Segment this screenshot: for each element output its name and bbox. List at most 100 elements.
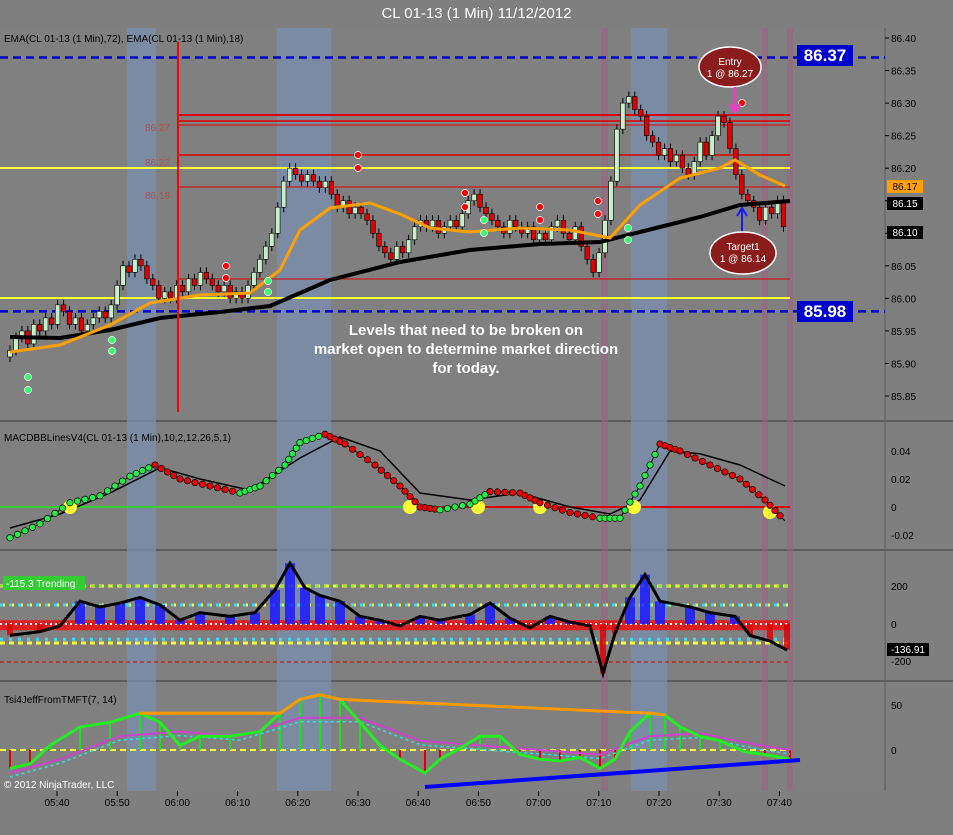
candle-body <box>31 324 37 345</box>
session-band <box>127 28 156 791</box>
low-level-tag-text: 85.98 <box>804 302 847 321</box>
macd-dot-red <box>191 478 199 487</box>
signal-dot-green <box>108 347 116 355</box>
macd-dot-green <box>275 466 283 474</box>
macd-dot-red <box>176 475 184 483</box>
macd-dot-red <box>543 501 552 509</box>
candle-body <box>673 154 679 162</box>
macd-dot-red <box>573 510 582 518</box>
candle-body <box>697 141 703 162</box>
macd-dot-green <box>51 509 59 517</box>
annotation-line: market open to determine market directio… <box>314 341 618 358</box>
macd-dot-green <box>126 472 134 480</box>
macd-dot-red <box>371 461 379 469</box>
signal-dot-red <box>461 203 469 211</box>
candle-body <box>150 278 156 286</box>
time-tick: 06:30 <box>345 798 370 809</box>
tsi-tick: 50 <box>891 701 903 712</box>
candle-body <box>507 219 513 234</box>
candle-body <box>60 304 67 312</box>
candle-body <box>203 272 209 280</box>
signal-dot-red <box>594 197 602 205</box>
macd-dot-green <box>111 482 119 490</box>
candle-body <box>483 206 489 215</box>
signal-dot-green <box>624 224 632 232</box>
candle-body <box>620 102 626 130</box>
target-marker-bubble <box>709 231 777 275</box>
candle-body <box>649 135 656 143</box>
time-tick: 07:30 <box>707 798 732 809</box>
candle-body <box>126 265 132 273</box>
candle-body <box>138 259 144 267</box>
candle-body <box>626 96 632 104</box>
target-label: Target1 <box>726 242 760 253</box>
time-tick: 07:10 <box>586 798 611 809</box>
candle-body <box>215 285 221 293</box>
signal-dot-red <box>354 151 362 159</box>
candle-body <box>435 219 442 234</box>
candle-body <box>572 226 578 241</box>
macd-dot-red <box>411 498 419 506</box>
macd-dot-green <box>315 432 323 440</box>
macd-tick: 0 <box>891 503 897 514</box>
candle-body <box>745 193 751 202</box>
candle-body <box>298 174 305 182</box>
macd-dot-red <box>183 477 192 485</box>
macd-dot-green <box>451 503 459 511</box>
macd-dot-green <box>256 482 264 490</box>
macd-dot-green <box>651 450 659 459</box>
faded-level-label: 86.27 <box>145 123 170 134</box>
macd-dot-red <box>170 471 178 480</box>
macd-dot-red <box>341 440 349 448</box>
price-tick: 86.05 <box>891 262 916 273</box>
candle-body <box>554 219 560 228</box>
macd-dot-green <box>296 439 304 447</box>
candle-body <box>90 317 96 325</box>
chart-canvas[interactable]: Entry 1 @ 86.27 Target1 1 @ 86.14 Levels… <box>0 0 953 835</box>
time-tick: 07:00 <box>526 798 551 809</box>
macd-dot-red <box>551 504 559 512</box>
candle-body <box>459 213 465 228</box>
macd-dot-green <box>626 498 634 506</box>
candle-body <box>721 115 727 123</box>
candle-body <box>144 265 150 280</box>
signal-dot-red <box>536 216 544 224</box>
annotation-line: for today. <box>432 360 499 377</box>
macd-dot-red <box>151 461 159 469</box>
macd-tick: 0.02 <box>891 475 911 486</box>
ema-slow-tag-text: 86.15 <box>892 199 917 210</box>
macd-dot-green <box>58 504 67 512</box>
candle-body <box>614 128 620 182</box>
candle-body <box>400 245 406 254</box>
macd-dot-green <box>443 504 452 512</box>
candle-body <box>453 219 459 228</box>
price-tick: 86.20 <box>891 164 916 175</box>
macd-dot-green <box>13 530 22 538</box>
macd-dot-red <box>401 487 409 495</box>
signal-dot-green <box>264 277 272 285</box>
candle-body <box>191 278 198 286</box>
faded-level-label: 86.22 <box>145 158 170 169</box>
macd-dot-green <box>436 506 444 514</box>
trend-tick: 0 <box>891 620 897 631</box>
candle-body <box>292 167 299 175</box>
candle-body <box>275 206 281 234</box>
macd-dot-red <box>691 454 699 462</box>
macd-dot-green <box>73 497 82 505</box>
candle-body <box>370 219 376 234</box>
time-x-axis: 05:40 05:50 06:00 06:10 06:20 06:30 06:40 06:50… <box>44 791 792 809</box>
price-tick: 86.35 <box>891 67 916 78</box>
macd-dot-red <box>356 450 364 459</box>
macd-dot-green <box>138 467 147 475</box>
candle-body <box>727 122 733 149</box>
macd-dot-red <box>390 477 398 485</box>
candle-body <box>780 200 787 228</box>
candle-body <box>227 285 233 299</box>
highlight-band <box>762 28 768 791</box>
signal-dot-green <box>24 386 32 394</box>
candle-body <box>66 311 73 325</box>
candle-body <box>287 167 293 182</box>
macd-dot-red <box>501 488 509 496</box>
macd-dot-red <box>406 492 414 501</box>
candle-body <box>281 180 287 208</box>
